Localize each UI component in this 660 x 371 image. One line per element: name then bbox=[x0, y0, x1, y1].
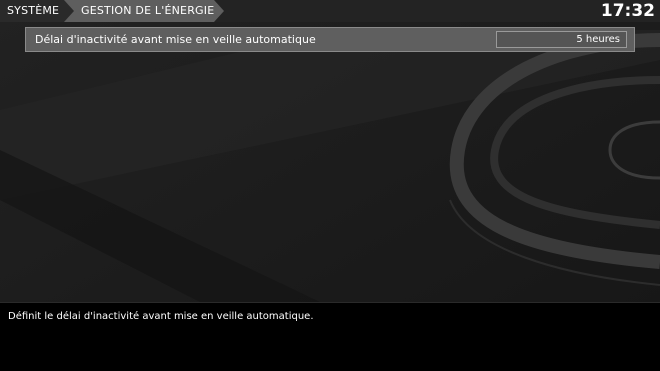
description-text: Définit le délai d'inactivité avant mise… bbox=[8, 311, 314, 322]
setting-row-auto-standby[interactable]: Délai d'inactivité avant mise en veille … bbox=[25, 27, 635, 52]
breadcrumb-system[interactable]: SYSTÈME bbox=[0, 0, 78, 22]
clock: 17:32 bbox=[600, 1, 655, 21]
description-panel: Définit le délai d'inactivité avant mise… bbox=[0, 302, 660, 371]
screen: SYSTÈME GESTION DE L'ÉNERGIE 17:32 Délai… bbox=[0, 0, 660, 371]
setting-label: Délai d'inactivité avant mise en veille … bbox=[35, 33, 316, 46]
top-bar: SYSTÈME GESTION DE L'ÉNERGIE 17:32 bbox=[0, 0, 660, 22]
breadcrumb-power-management[interactable]: GESTION DE L'ÉNERGIE bbox=[64, 0, 224, 22]
setting-value-field[interactable]: 5 heures bbox=[496, 31, 627, 48]
